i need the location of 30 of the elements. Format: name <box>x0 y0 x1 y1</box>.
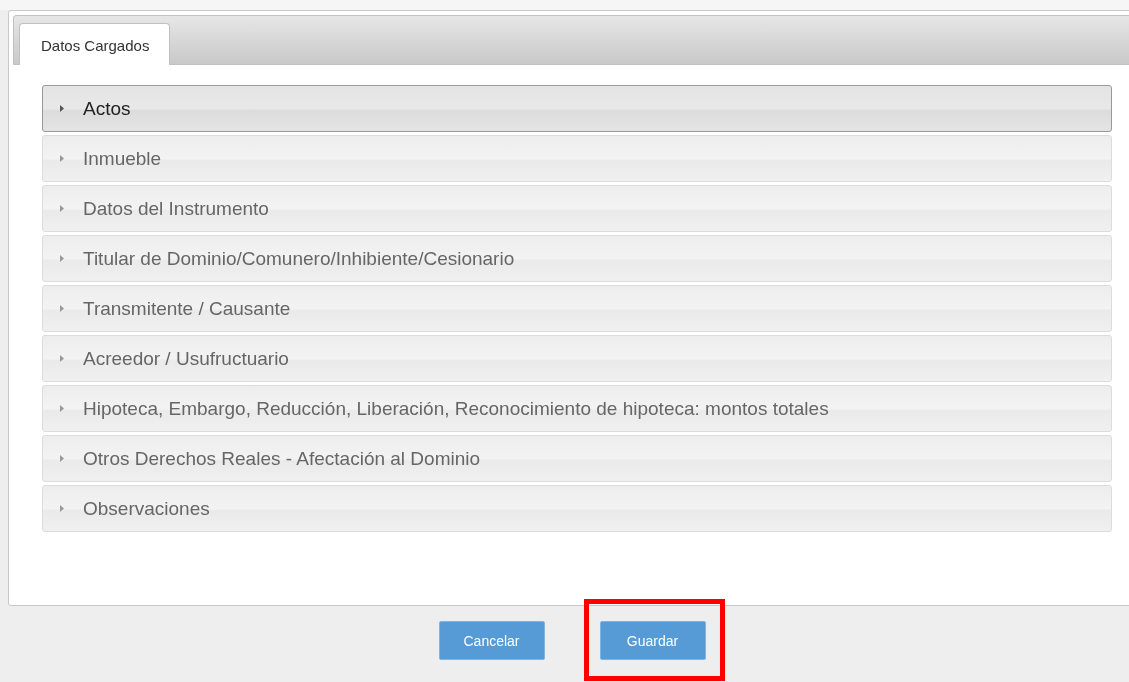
button[interactable]: Guardar <box>599 621 706 660</box>
triangle-icon <box>60 205 64 212</box>
accordion-header[interactable]: Acreedor / Usufructuario <box>42 335 1112 382</box>
accordion-header[interactable]: Titular de Dominio/Comunero/Inhibiente/Cesionario <box>42 235 1112 282</box>
section-title: Titular de Dominio/Comunero/Inhibiente/Cesionario <box>83 247 515 270</box>
triangle-icon <box>60 455 64 462</box>
triangle-icon <box>60 405 64 412</box>
triangle-icon <box>60 255 64 262</box>
section-title: Acreedor / Usufructuario <box>83 347 289 370</box>
section-title: Otros Derechos Reales - Afectación al Dominio <box>83 447 481 470</box>
triangle-icon <box>60 105 64 112</box>
section-title: Hipoteca, Embargo, Reducción, Liberación, Reconocimiento de hipoteca: montos totales <box>83 397 829 420</box>
triangle-icon <box>60 505 64 512</box>
accordion-header[interactable]: Observaciones <box>42 485 1112 532</box>
triangle-icon <box>60 155 64 162</box>
accordion-header[interactable]: Actos <box>42 85 1112 132</box>
triangle-icon <box>60 355 64 362</box>
section-title: Transmitente / Causante <box>83 297 291 320</box>
accordion-header[interactable]: Datos del Instrumento <box>42 185 1112 232</box>
tab[interactable]: Datos Cargados <box>19 23 171 65</box>
section-title: Actos <box>83 97 131 120</box>
section-title: Inmueble <box>83 147 162 170</box>
section-title: Datos del Instrumento <box>83 197 269 220</box>
button[interactable]: Cancelar <box>438 621 545 660</box>
accordion-header[interactable]: Otros Derechos Reales - Afectación al Dominio <box>42 435 1112 482</box>
section-title: Observaciones <box>83 497 210 520</box>
triangle-icon <box>60 305 64 312</box>
accordion-header[interactable]: Hipoteca, Embargo, Reducción, Liberación, Reconocimiento de hipoteca: montos totales <box>42 385 1112 432</box>
accordion-header[interactable]: Transmitente / Causante <box>42 285 1112 332</box>
accordion-header[interactable]: Inmueble <box>42 135 1112 182</box>
